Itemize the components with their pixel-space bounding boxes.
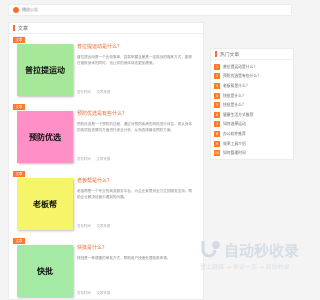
hot-article-item[interactable]: 8 办公软件推荐 (214, 129, 290, 139)
article-meta: 发布时间 文章来源 (77, 290, 197, 295)
notice-text: 播放公告 (22, 7, 38, 12)
article-summary: 老板帮是一个专业的商务服务平台，为企业家提供全方位的服务支持，帮助企业解决经营中… (77, 189, 192, 199)
article-tag: 文章 (13, 37, 25, 43)
section-marker (13, 25, 15, 31)
hot-article-item[interactable]: 2 预防优选是有些什么？ (214, 72, 290, 82)
article-title-link[interactable]: 预防优选是有些什么？ (77, 110, 127, 117)
section-title: 文章 (18, 25, 29, 32)
hot-article-link[interactable]: 办公软件推荐 (223, 131, 246, 137)
rank-badge: 1 (214, 63, 220, 70)
hot-article-item[interactable]: 7 如何选择运动 (214, 120, 290, 130)
hot-article-item[interactable]: 4 快批是什么？ (214, 91, 290, 101)
article-card[interactable]: 文章 预防优选 预防优选是有些什么？ 预防优选是一个预防的过程，通过对预防疾病的… (13, 104, 201, 167)
article-title-link[interactable]: 普拉提运动是什么？ (77, 43, 122, 50)
article-tag: 文章 (13, 238, 25, 244)
hot-article-item[interactable]: 3 老板帮是什么？ (214, 81, 290, 91)
publish-time: 发布时间 (77, 90, 91, 94)
watermark-title: 自动秒收录 (224, 242, 300, 260)
publish-time: 发布时间 (77, 224, 91, 228)
article-thumbnail[interactable]: 老板帮 (17, 178, 73, 230)
article-card[interactable]: 文章 快批 快批是什么？ 快批是一种便捷的审批方式，帮助用户快速处理各类申请。 … (13, 238, 201, 299)
article-summary: 快批是一种便捷的审批方式，帮助用户快速处理各类申请。 (77, 256, 171, 260)
hot-article-link[interactable]: 效率工具介绍 (223, 141, 246, 147)
hot-article-list: 1 普拉提运动是什么？ 2 预防优选是有些什么？ 3 老板帮是什么？ 4 快批是什么？ … (211, 60, 293, 158)
hot-articles-sidebar: 热门文章 1 普拉提运动是什么？ 2 预防优选是有些什么？ 3 老板帮是什么？ 4 快批… (210, 48, 294, 160)
article-source: 文章来源 (96, 90, 111, 94)
rank-badge: 7 (214, 121, 220, 128)
article-tag: 文章 (13, 171, 25, 177)
article-tag: 文章 (13, 104, 25, 110)
hot-article-item[interactable]: 9 效率工具介绍 (214, 139, 290, 149)
hot-article-item[interactable]: 5 快批是什么？ (214, 100, 290, 110)
article-card[interactable]: 文章 老板帮 老板帮是什么？ 老板帮是一个专业的商务服务平台，为企业家提供全方位… (13, 171, 201, 234)
rank-badge: 8 (214, 130, 220, 137)
article-source: 文章来源 (96, 157, 111, 161)
article-summary: 预防优选是一个预防的过程，通过对预防疾病的风险进行评估，再从身体的各项检查情况方… (77, 122, 192, 132)
article-meta: 发布时间 文章来源 (77, 89, 197, 94)
article-thumbnail[interactable]: 快批 (17, 245, 73, 297)
hot-article-link[interactable]: 快批是什么？ (223, 102, 246, 108)
logo-icon (201, 241, 220, 258)
article-summary: 普拉提运动是一个比较简单、容易掌握且兼具一定挑战的锻炼方式，能够在锻炼身体的同时… (77, 55, 192, 65)
publish-time: 发布时间 (77, 291, 91, 295)
hot-article-link[interactable]: 如何管理时间 (223, 150, 246, 156)
watermark: 自动秒收录 登上链接 → 来访一次 → 自动收录 (200, 238, 300, 272)
rank-badge: 10 (214, 150, 220, 157)
notice-bar: 播放公告 (8, 4, 292, 16)
hot-article-link[interactable]: 预防优选是有些什么？ (223, 73, 261, 79)
section-marker (215, 51, 217, 57)
publish-time: 发布时间 (77, 157, 91, 161)
hot-article-item[interactable]: 10 如何管理时间 (214, 148, 290, 158)
article-list-panel: 文章 文章 普拉提运动 普拉提运动是什么？ 普拉提运动是一个比较简单、容易掌握且… (8, 22, 204, 300)
article-title-link[interactable]: 老板帮是什么？ (77, 177, 112, 184)
article-meta: 发布时间 文章来源 (77, 223, 197, 228)
rank-badge: 9 (214, 140, 220, 147)
article-source: 文章来源 (96, 224, 111, 228)
rank-badge: 5 (214, 102, 220, 109)
hot-article-item[interactable]: 1 普拉提运动是什么？ (214, 62, 290, 72)
watermark-subtitle: 登上链接 → 来访一次 → 自动收录 (200, 264, 290, 271)
speaker-icon (13, 7, 19, 13)
sidebar-header: 热门文章 (211, 49, 293, 60)
hot-article-link[interactable]: 快批是什么？ (223, 93, 246, 99)
hot-article-link[interactable]: 健康生活方式推荐 (223, 112, 253, 118)
sidebar-title: 热门文章 (220, 52, 240, 58)
article-card[interactable]: 文章 普拉提运动 普拉提运动是什么？ 普拉提运动是一个比较简单、容易掌握且兼具一… (13, 37, 201, 100)
rank-badge: 3 (214, 82, 220, 89)
article-source: 文章来源 (96, 291, 111, 295)
rank-badge: 4 (214, 92, 220, 99)
article-thumbnail[interactable]: 普拉提运动 (17, 44, 73, 96)
article-thumbnail[interactable]: 预防优选 (17, 111, 73, 163)
rank-badge: 2 (214, 73, 220, 80)
hot-article-item[interactable]: 6 健康生活方式推荐 (214, 110, 290, 120)
hot-article-link[interactable]: 如何选择运动 (223, 121, 246, 127)
article-meta: 发布时间 文章来源 (77, 156, 197, 161)
article-list-header: 文章 (9, 23, 203, 34)
article-title-link[interactable]: 快批是什么？ (77, 244, 107, 251)
hot-article-link[interactable]: 普拉提运动是什么？ (223, 64, 257, 70)
rank-badge: 6 (214, 111, 220, 118)
hot-article-link[interactable]: 老板帮是什么？ (223, 83, 250, 89)
